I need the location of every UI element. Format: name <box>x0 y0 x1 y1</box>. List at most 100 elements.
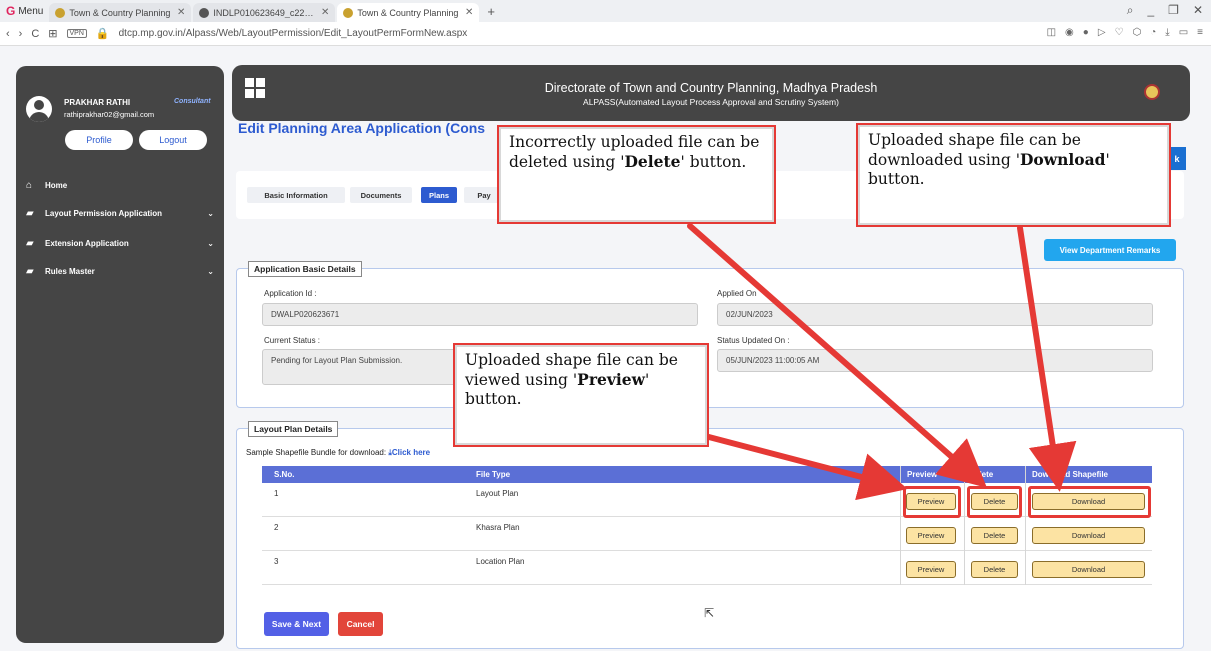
sidebar: PRAKHAR RATHI Consultant rathiprakhar02@… <box>16 66 224 643</box>
menu-icon[interactable]: ≡ <box>1197 27 1203 38</box>
application-id-field: DWALP020623671 <box>262 303 698 326</box>
folder-icon: ▰ <box>26 208 34 219</box>
header-title: Directorate of Town and Country Planning… <box>544 81 878 95</box>
row-file-type: Location Plan <box>476 557 525 566</box>
chevron-down-icon: ⌄ <box>207 239 214 248</box>
home-icon: ⌂ <box>26 180 33 191</box>
app-header: Directorate of Town and Country Planning… <box>232 65 1190 121</box>
browser-menu-button[interactable]: G Menu <box>0 0 49 22</box>
sidebar-item-label: Rules Master <box>45 267 95 276</box>
col-preview: Preview <box>907 470 938 479</box>
preview-button[interactable]: Preview <box>906 527 956 544</box>
save-next-button[interactable]: Save & Next <box>264 612 329 636</box>
download-callout: Uploaded shape file can be downloaded us… <box>856 123 1171 227</box>
column-divider <box>900 466 901 585</box>
tab-documents[interactable]: Documents <box>350 187 412 203</box>
preview-button[interactable]: Preview <box>906 561 956 578</box>
avatar <box>26 96 52 122</box>
close-tab-icon[interactable]: ✕ <box>177 7 185 18</box>
folder-icon: ▰ <box>26 266 34 277</box>
preview-callout: Uploaded shape file can be viewed using … <box>453 343 709 447</box>
row-sno: 3 <box>274 557 279 566</box>
url-field[interactable]: dtcp.mp.gov.in/Alpass/Web/LayoutPermissi… <box>119 28 468 39</box>
table-header: S.No. File Type Preview elete Download S… <box>262 466 1152 483</box>
tab-basic-information[interactable]: Basic Information <box>247 187 345 203</box>
callout-bold-text: Delete <box>624 152 681 171</box>
table-row: 2 Khasra Plan Preview Delete Download <box>262 517 1152 551</box>
camera-icon[interactable]: ◉ <box>1065 27 1074 38</box>
browser-tab-3[interactable]: Town & Country Planning ✕ <box>337 3 480 22</box>
download-icon[interactable]: ⤓ <box>1165 27 1169 38</box>
sidebar-item-layout-permission[interactable]: ▰ Layout Permission Application ⌄ <box>26 208 214 219</box>
logout-button[interactable]: Logout <box>139 130 207 150</box>
preview-highlight <box>903 486 961 518</box>
sidebar-item-label: Home <box>45 181 68 190</box>
view-department-remarks-button[interactable]: View Department Remarks <box>1044 239 1176 261</box>
lock-icon: 🔒 <box>95 28 110 40</box>
download-button[interactable]: Download <box>1032 561 1145 578</box>
column-divider <box>964 466 965 585</box>
tab-payment[interactable]: Pay <box>464 187 504 203</box>
address-bar: ‹ › C ⊞ VPN 🔒 dtcp.mp.gov.in/Alpass/Web/… <box>0 22 1211 46</box>
user-name: PRAKHAR RATHI <box>64 98 131 107</box>
row-file-type: Layout Plan <box>476 489 519 498</box>
close-tab-icon[interactable]: ✕ <box>321 7 329 18</box>
browser-tab-label: INDLP010623649_c22cf95 <box>213 7 317 18</box>
browser-logo-icon: G <box>6 4 16 18</box>
folder-icon: ▰ <box>26 238 34 249</box>
battery-icon[interactable]: ▭ <box>1179 27 1188 38</box>
download-button[interactable]: Download <box>1032 527 1145 544</box>
heart-icon[interactable]: ♡ <box>1115 27 1124 38</box>
new-tab-icon[interactable]: + <box>481 4 501 19</box>
site-favicon-icon <box>55 7 66 18</box>
col-delete: elete <box>975 470 994 479</box>
forward-arrow-icon[interactable]: › <box>19 28 23 40</box>
mouse-cursor-icon: ⇱ <box>704 606 715 620</box>
delete-highlight <box>967 486 1022 518</box>
applied-on-field: 02/JUN/2023 <box>717 303 1153 326</box>
extension-icon[interactable]: ◫ <box>1047 27 1056 38</box>
browser-tab-bar: G Menu Town & Country Planning ✕ INDLP01… <box>0 0 1211 22</box>
minimize-icon[interactable]: _ <box>1147 3 1154 18</box>
profile-icon[interactable]: ◔ <box>1150 27 1156 38</box>
browser-tab-2[interactable]: INDLP010623649_c22cf95 ✕ <box>193 3 336 22</box>
chevron-down-icon: ⌄ <box>207 209 214 218</box>
vpn-badge[interactable]: VPN <box>66 29 87 38</box>
reload-icon[interactable]: C <box>31 28 39 40</box>
row-sno: 1 <box>274 489 279 498</box>
sidebar-item-home[interactable]: ⌂ Home <box>26 180 214 191</box>
back-arrow-icon[interactable]: ‹ <box>6 28 10 40</box>
profile-button[interactable]: Profile <box>65 130 133 150</box>
back-button[interactable]: k <box>1168 147 1186 170</box>
header-subtitle: ALPASS(Automated Layout Process Approval… <box>583 97 839 107</box>
tab-plans[interactable]: Plans <box>421 187 457 203</box>
delete-button[interactable]: Delete <box>971 561 1018 578</box>
globe-favicon-icon <box>199 7 210 18</box>
cube-icon[interactable]: ⬡ <box>1133 27 1142 38</box>
close-tab-icon[interactable]: ✕ <box>465 7 473 18</box>
sidebar-item-rules-master[interactable]: ▰ Rules Master ⌄ <box>26 266 214 277</box>
page-title: Edit Planning Area Application (Cons <box>238 120 486 136</box>
user-role: Consultant <box>174 98 211 105</box>
browser-menu-label: Menu <box>18 5 44 17</box>
cancel-button[interactable]: Cancel <box>338 612 383 636</box>
table-row: 3 Location Plan Preview Delete Download <box>262 551 1152 585</box>
current-status-label: Current Status : <box>264 336 321 345</box>
window-controls: ⌕ _ ❐ ✕ <box>1127 3 1203 18</box>
speed-dial-icon[interactable]: ⊞ <box>48 27 57 40</box>
sidebar-item-label: Extension Application <box>45 239 129 248</box>
applied-on-label: Applied On <box>717 289 757 298</box>
delete-button[interactable]: Delete <box>971 527 1018 544</box>
chevron-down-icon: ⌄ <box>207 267 214 276</box>
close-window-icon[interactable]: ✕ <box>1193 3 1203 18</box>
sample-download-link[interactable]: Click here <box>392 448 430 457</box>
state-emblem-icon <box>1144 84 1160 100</box>
row-sno: 2 <box>274 523 279 532</box>
play-icon[interactable]: ▷ <box>1098 27 1106 38</box>
sidebar-item-extension[interactable]: ▰ Extension Application ⌄ <box>26 238 214 249</box>
sample-shapefile-label: Sample Shapefile Bundle for download: <box>246 448 387 457</box>
restore-icon[interactable]: ❐ <box>1168 3 1179 18</box>
browser-tab-1[interactable]: Town & Country Planning ✕ <box>49 3 192 22</box>
search-tabs-icon[interactable]: ⌕ <box>1127 3 1134 18</box>
shield-icon[interactable]: ● <box>1083 27 1089 38</box>
